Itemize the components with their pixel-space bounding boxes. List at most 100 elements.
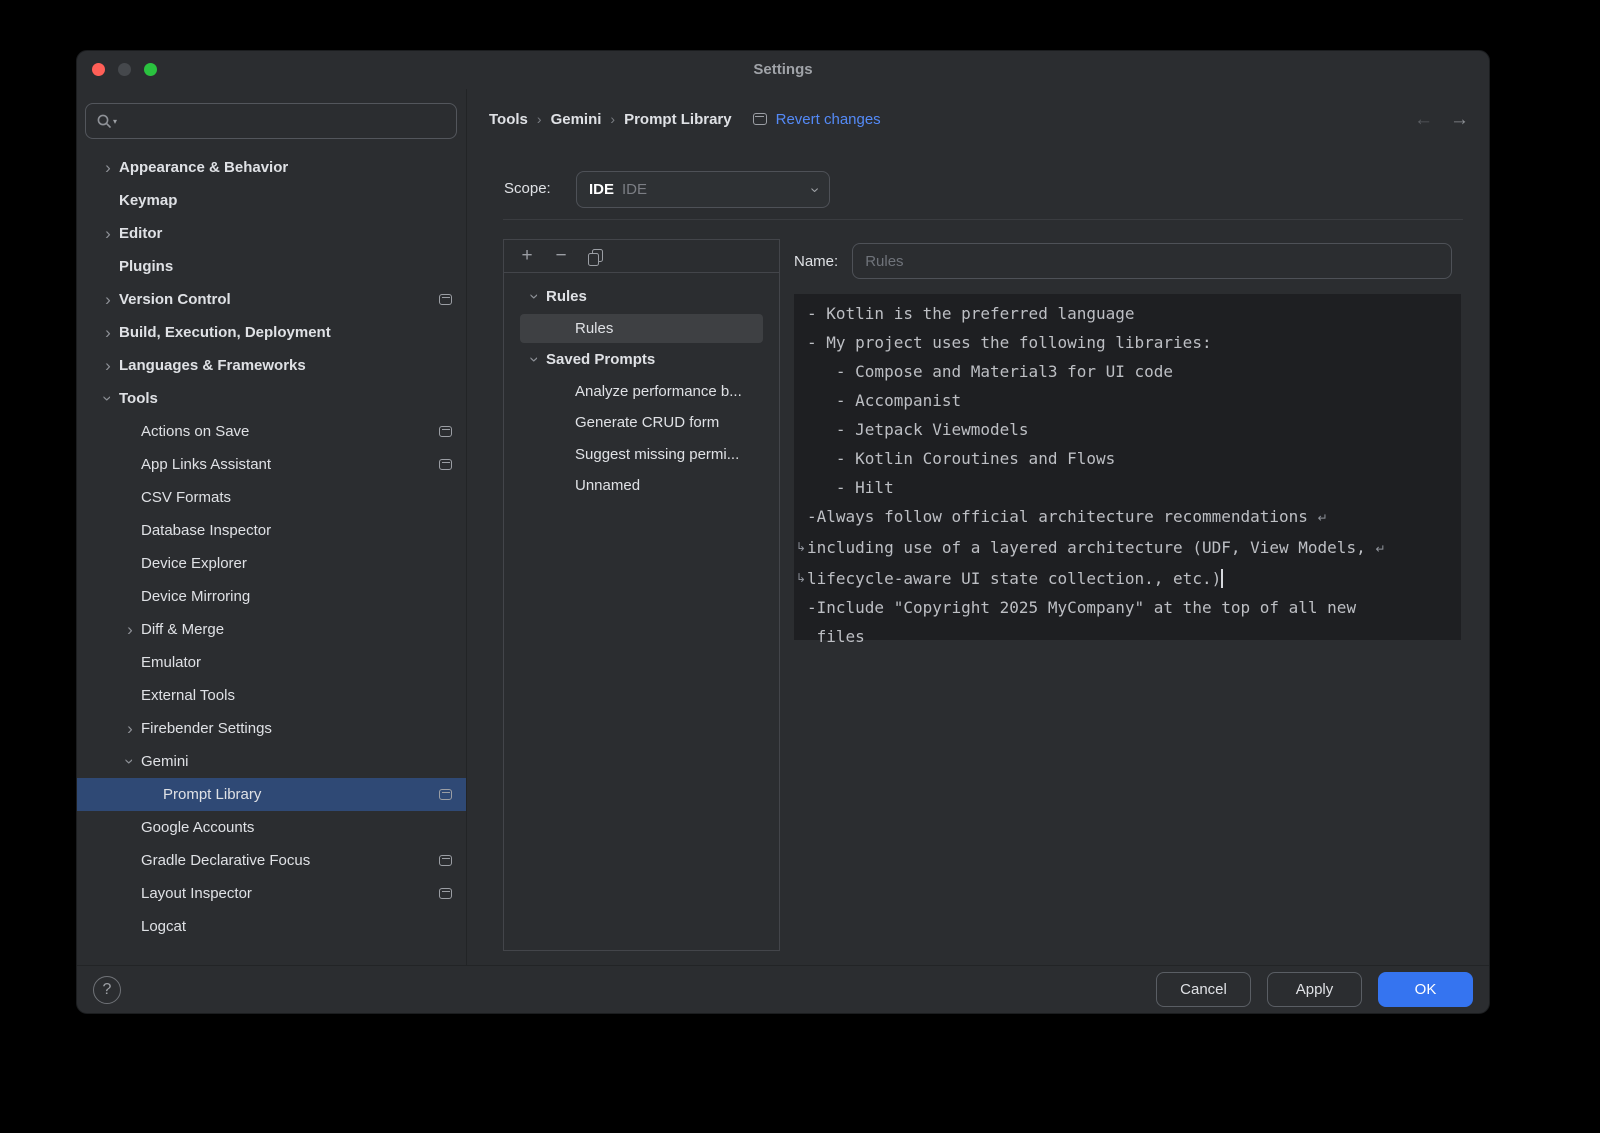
chevron-right-icon[interactable]: › (97, 357, 119, 374)
search-input[interactable] (125, 113, 446, 130)
chevron-down-icon[interactable]: › (100, 388, 117, 410)
chevron-down-icon: › (805, 187, 823, 192)
chevron-right-icon[interactable]: › (97, 291, 119, 308)
remove-button[interactable]: − (544, 243, 578, 269)
prompt-tree-label: Rules (546, 288, 587, 305)
breadcrumb-item-prompt-library[interactable]: Prompt Library (624, 111, 732, 128)
search-history-caret-icon: ▾ (113, 117, 117, 126)
chevron-down-icon[interactable]: › (122, 751, 139, 773)
prompt-tree-item-unnamed[interactable]: Unnamed (504, 470, 779, 502)
sidebar-item-label: Build, Execution, Deployment (119, 324, 331, 341)
sidebar-item-firebender-settings[interactable]: ›Firebender Settings (77, 712, 466, 745)
sidebar-item-plugins[interactable]: Plugins (77, 250, 466, 283)
name-input[interactable] (852, 243, 1452, 279)
prompt-textarea[interactable]: - Kotlin is the preferred language- My p… (794, 294, 1461, 640)
titlebar: Settings (77, 51, 1489, 89)
modified-badge-icon (439, 294, 452, 305)
sidebar-item-tools[interactable]: ›Tools (77, 382, 466, 415)
sidebar-item-label: App Links Assistant (141, 456, 271, 473)
search-field[interactable]: ▾ (85, 103, 457, 139)
sidebar-item-label: Languages & Frameworks (119, 357, 306, 374)
soft-wrap-start-icon: ↳ (796, 564, 806, 593)
apply-button[interactable]: Apply (1267, 972, 1362, 1007)
sidebar-item-layout-inspector[interactable]: Layout Inspector (77, 877, 466, 910)
add-button[interactable]: + (510, 243, 544, 269)
prompt-tree-group-saved-prompts[interactable]: ›Saved Prompts (504, 344, 779, 376)
ok-button[interactable]: OK (1378, 972, 1473, 1007)
modified-badge-icon (439, 789, 452, 800)
sidebar-item-keymap[interactable]: Keymap (77, 184, 466, 217)
sidebar-item-device-explorer[interactable]: Device Explorer (77, 547, 466, 580)
prompt-tree-group-rules[interactable]: ›Rules (504, 281, 779, 313)
chevron-right-icon[interactable]: › (97, 324, 119, 341)
sidebar-item-device-mirroring[interactable]: Device Mirroring (77, 580, 466, 613)
chevron-right-icon[interactable]: › (97, 159, 119, 176)
duplicate-button[interactable] (578, 243, 612, 269)
breadcrumb-item-gemini[interactable]: Gemini (551, 111, 602, 128)
chevron-right-icon[interactable]: › (119, 720, 141, 737)
settings-content: Tools › Gemini › Prompt Library Revert change… (467, 89, 1489, 965)
text-caret (1221, 569, 1223, 588)
modified-badge-icon (439, 426, 452, 437)
cancel-button[interactable]: Cancel (1156, 972, 1251, 1007)
forward-button[interactable]: → (1450, 109, 1469, 131)
scope-dropdown[interactable]: IDE IDE › (576, 171, 830, 208)
chevron-down-icon[interactable]: › (527, 286, 544, 308)
breadcrumb-item-tools[interactable]: Tools (489, 111, 528, 128)
sidebar-item-label: Layout Inspector (141, 885, 252, 902)
prompt-tree-label: Rules (575, 320, 613, 337)
sidebar-item-editor[interactable]: ›Editor (77, 217, 466, 250)
editor-line: - Accompanist (807, 386, 1453, 415)
sidebar-item-gemini[interactable]: ›Gemini (77, 745, 466, 778)
sidebar-item-logcat[interactable]: Logcat (77, 910, 466, 943)
sidebar-item-actions-on-save[interactable]: Actions on Save (77, 415, 466, 448)
sidebar-item-diff-merge[interactable]: ›Diff & Merge (77, 613, 466, 646)
sidebar-item-version-control[interactable]: ›Version Control (77, 283, 466, 316)
desktop-background: Settings ▾ ›Appearance & BehaviorKeymap›… (0, 0, 1600, 1133)
chevron-down-icon[interactable]: › (527, 349, 544, 371)
settings-sidebar: ▾ ›Appearance & BehaviorKeymap›EditorPlu… (77, 89, 467, 965)
editor-line: - Kotlin Coroutines and Flows (807, 444, 1453, 473)
modified-badge-icon (439, 855, 452, 866)
sidebar-item-appearance-behavior[interactable]: ›Appearance & Behavior (77, 151, 466, 184)
prompt-tree-label: Unnamed (575, 477, 640, 494)
sidebar-item-languages-frameworks[interactable]: ›Languages & Frameworks (77, 349, 466, 382)
back-button[interactable]: ← (1414, 109, 1433, 131)
sidebar-item-label: Prompt Library (163, 786, 261, 803)
sidebar-item-gradle-declarative-focus[interactable]: Gradle Declarative Focus (77, 844, 466, 877)
sidebar-item-emulator[interactable]: Emulator (77, 646, 466, 679)
sidebar-item-external-tools[interactable]: External Tools (77, 679, 466, 712)
sidebar-item-label: Gradle Declarative Focus (141, 852, 310, 869)
prompt-tree-item-generate-crud-form[interactable]: Generate CRUD form (504, 407, 779, 439)
sidebar-item-label: Firebender Settings (141, 720, 272, 737)
search-icon (96, 113, 112, 129)
sidebar-item-database-inspector[interactable]: Database Inspector (77, 514, 466, 547)
prompt-tree-item-rules[interactable]: Rules (504, 313, 779, 345)
sidebar-item-label: Appearance & Behavior (119, 159, 288, 176)
prompt-tree-item-suggest-missing-permi[interactable]: Suggest missing permi... (504, 439, 779, 471)
editor-line: -Always follow official architecture rec… (807, 502, 1453, 533)
chevron-right-icon[interactable]: › (119, 621, 141, 638)
sidebar-item-label: Version Control (119, 291, 231, 308)
name-label: Name: (794, 253, 838, 270)
sidebar-item-app-links-assistant[interactable]: App Links Assistant (77, 448, 466, 481)
chevron-right-icon[interactable]: › (97, 225, 119, 242)
settings-window: Settings ▾ ›Appearance & BehaviorKeymap›… (76, 50, 1490, 1014)
help-button[interactable]: ? (93, 976, 121, 1004)
prompt-tree-item-analyze-performance-b[interactable]: Analyze performance b... (504, 376, 779, 408)
editor-line-text: - Compose and Material3 for UI code (807, 362, 1173, 381)
history-nav: ← → (1414, 109, 1469, 131)
sidebar-item-label: CSV Formats (141, 489, 231, 506)
sidebar-item-label: Google Accounts (141, 819, 254, 836)
sidebar-item-csv-formats[interactable]: CSV Formats (77, 481, 466, 514)
sidebar-item-build-execution-deployment[interactable]: ›Build, Execution, Deployment (77, 316, 466, 349)
name-row: Name: (794, 243, 1452, 279)
revert-changes-link[interactable]: Revert changes (776, 111, 881, 128)
sidebar-item-label: Plugins (119, 258, 173, 275)
settings-body: ▾ ›Appearance & BehaviorKeymap›EditorPlu… (77, 89, 1489, 965)
copy-icon (588, 249, 602, 264)
sidebar-item-prompt-library[interactable]: Prompt Library (77, 778, 466, 811)
prompt-tree-label: Suggest missing permi... (575, 446, 739, 463)
breadcrumb-separator: › (537, 111, 542, 127)
sidebar-item-google-accounts[interactable]: Google Accounts (77, 811, 466, 844)
